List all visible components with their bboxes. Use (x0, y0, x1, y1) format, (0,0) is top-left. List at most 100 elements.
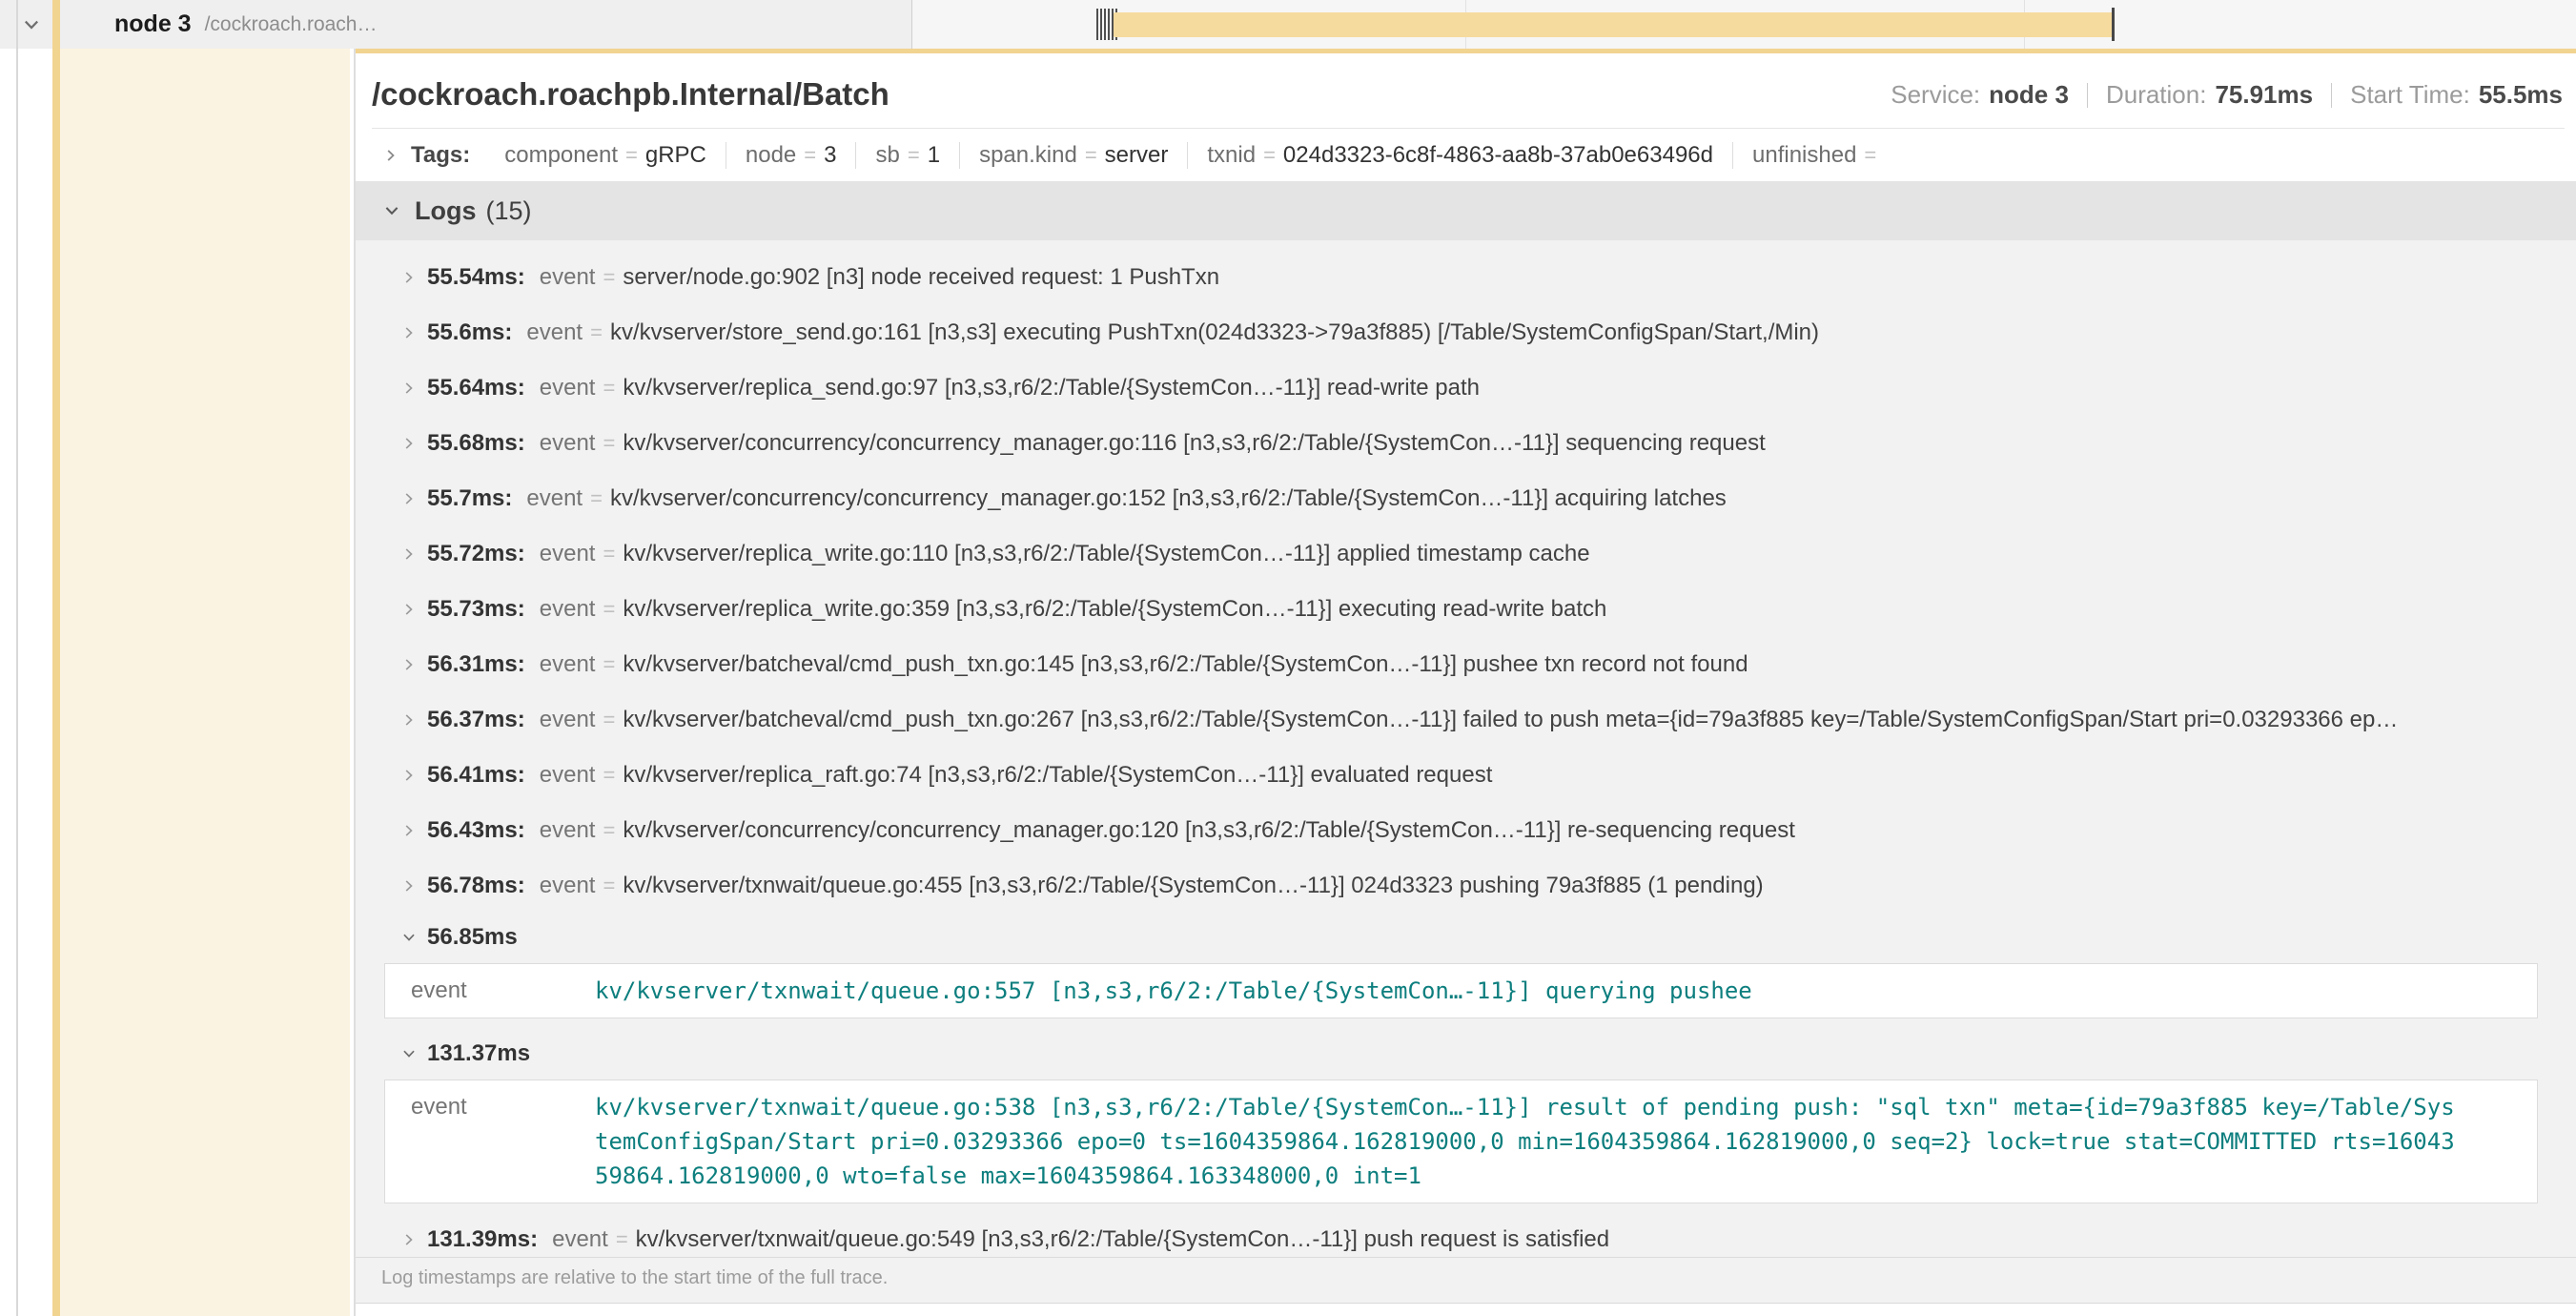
equals-sign: = (603, 818, 615, 843)
equals-sign: = (603, 376, 615, 401)
log-timestamp: 55.64ms: (427, 375, 525, 401)
log-field-value: kv/kvserver/batcheval/cmd_push_txn.go:26… (623, 707, 2398, 733)
log-entry-row[interactable]: 56.37ms: event = kv/kvserver/batcheval/c… (356, 692, 2576, 748)
start-time-value: 55.5ms (2479, 80, 2563, 110)
tags-label: Tags: (411, 142, 470, 169)
log-timestamp: 55.7ms: (427, 485, 512, 512)
log-field-key: event (526, 319, 583, 346)
chevron-right-icon[interactable] (400, 490, 418, 507)
meta-separator (2087, 83, 2088, 108)
chevron-right-icon[interactable] (400, 435, 418, 452)
log-field-value: kv/kvserver/concurrency/concurrency_mana… (623, 817, 1795, 844)
meta-separator (2331, 83, 2332, 108)
log-field-key: event (385, 974, 595, 1008)
chevron-right-icon[interactable] (400, 711, 418, 729)
log-entry-row[interactable]: 55.54ms: event = server/node.go:902 [n3]… (356, 250, 2576, 305)
log-field-value: kv/kvserver/txnwait/queue.go:455 [n3,s3,… (623, 873, 1763, 899)
span-tint-column (60, 49, 350, 1316)
chevron-right-icon[interactable] (400, 601, 418, 618)
service-label: Service: (1891, 80, 1980, 110)
log-field-key: event (540, 817, 596, 844)
span-timeline-cell[interactable]: 75.91ms (911, 0, 2576, 49)
span-service-name: node 3 (114, 10, 192, 38)
log-field-value: server/node.go:902 [n3] node received re… (623, 264, 1219, 291)
log-field-value: kv/kvserver/concurrency/concurrency_mana… (610, 485, 1727, 512)
log-tick-marker (1108, 9, 1110, 40)
log-field-key: event (540, 264, 596, 291)
span-detail-card: /cockroach.roachpb.Internal/Batch Servic… (356, 49, 2576, 1304)
log-field-key: event (526, 485, 583, 512)
chevron-right-icon[interactable] (400, 380, 418, 397)
chevron-right-icon[interactable] (400, 1231, 418, 1248)
chevron-right-icon[interactable] (382, 147, 399, 164)
start-time-label: Start Time: (2350, 80, 2470, 110)
log-field-value: kv/kvserver/replica_write.go:110 [n3,s3,… (623, 541, 1589, 567)
span-row[interactable]: node 3 /cockroach.roach… 75.91ms (0, 0, 2576, 49)
log-fields-card: event kv/kvserver/txnwait/queue.go:538 [… (384, 1080, 2538, 1203)
log-entry-expanded-header[interactable]: 131.37ms (356, 1030, 2576, 1078)
log-field-key: event (540, 541, 596, 567)
chevron-right-icon[interactable] (400, 822, 418, 839)
tree-indent-guide (16, 0, 18, 1316)
equals-sign: = (603, 763, 615, 788)
log-entry-row[interactable]: 55.64ms: event = kv/kvserver/replica_sen… (356, 360, 2576, 416)
equals-sign: = (603, 265, 615, 290)
log-entry-row[interactable]: 56.31ms: event = kv/kvserver/batcheval/c… (356, 637, 2576, 692)
log-field-value: kv/kvserver/batcheval/cmd_push_txn.go:14… (623, 651, 1748, 678)
logs-title: Logs (415, 196, 477, 226)
log-fields-card: event kv/kvserver/txnwait/queue.go:557 [… (384, 963, 2538, 1018)
log-timestamp: 56.37ms: (427, 707, 525, 733)
log-field-key: event (552, 1226, 608, 1253)
chevron-right-icon[interactable] (400, 656, 418, 673)
log-entry-row[interactable]: 55.7ms: event = kv/kvserver/concurrency/… (356, 471, 2576, 526)
logs-footer-note: Log timestamps are relative to the start… (356, 1257, 2576, 1303)
log-tick-marker (1096, 9, 1098, 40)
chevron-right-icon[interactable] (400, 269, 418, 286)
logs-count: (15) (486, 196, 532, 226)
log-field-value: kv/kvserver/replica_raft.go:74 [n3,s3,r6… (623, 762, 1492, 789)
chevron-right-icon[interactable] (400, 877, 418, 894)
log-entry-expanded-header[interactable]: 56.85ms (356, 914, 2576, 961)
chevron-down-icon[interactable] (21, 14, 42, 35)
log-entry-row[interactable]: 131.39ms: event = kv/kvserver/txnwait/qu… (356, 1215, 2576, 1257)
tag-item: component=gRPC (485, 142, 726, 169)
log-timestamp: 56.85ms (427, 924, 518, 951)
log-field-value: kv/kvserver/concurrency/concurrency_mana… (623, 430, 1765, 457)
chevron-down-icon[interactable] (400, 1045, 418, 1062)
log-field-value: kv/kvserver/replica_write.go:359 [n3,s3,… (623, 596, 1606, 623)
log-entry-row[interactable]: 55.6ms: event = kv/kvserver/store_send.g… (356, 305, 2576, 360)
span-operation-name: /cockroach.roach… (205, 13, 378, 36)
chevron-down-icon[interactable] (382, 201, 401, 220)
log-field-value: kv/kvserver/replica_send.go:97 [n3,s3,r6… (623, 375, 1480, 401)
tag-item: txnid=024d3323-6c8f-4863-aa8b-37ab0e6349… (1187, 142, 1732, 169)
log-field-value: kv/kvserver/txnwait/queue.go:549 [n3,s3,… (636, 1226, 1609, 1253)
log-field-key: event (540, 596, 596, 623)
tag-item: unfinished= (1732, 142, 1903, 169)
log-field-key: event (540, 707, 596, 733)
log-timestamp: 131.39ms: (427, 1226, 538, 1253)
log-entry-row[interactable]: 55.73ms: event = kv/kvserver/replica_wri… (356, 582, 2576, 637)
equals-sign: = (603, 542, 615, 566)
log-field-key: event (385, 1090, 595, 1124)
logs-list: 55.54ms: event = server/node.go:902 [n3]… (356, 240, 2576, 1257)
span-name-cell[interactable]: node 3 /cockroach.roach… (0, 0, 911, 49)
log-entry-row[interactable]: 56.41ms: event = kv/kvserver/replica_raf… (356, 748, 2576, 803)
chevron-down-icon[interactable] (400, 929, 418, 946)
log-entry-row[interactable]: 56.78ms: event = kv/kvserver/txnwait/que… (356, 858, 2576, 914)
chevron-right-icon[interactable] (400, 324, 418, 341)
log-tick-marker (1100, 9, 1102, 40)
chevron-right-icon[interactable] (400, 545, 418, 563)
tag-item: node=3 (726, 142, 856, 169)
log-entry-row[interactable]: 55.72ms: event = kv/kvserver/replica_wri… (356, 526, 2576, 582)
tags-accordion[interactable]: Tags: component=gRPC node=3 sb=1 span.ki… (356, 129, 2576, 181)
tag-item: sb=1 (855, 142, 959, 169)
log-timestamp: 56.43ms: (427, 817, 525, 844)
service-value: node 3 (1989, 80, 2069, 110)
chevron-right-icon[interactable] (400, 767, 418, 784)
log-entry-row[interactable]: 56.43ms: event = kv/kvserver/concurrency… (356, 803, 2576, 858)
log-timestamp: 56.31ms: (427, 651, 525, 678)
duration-value: 75.91ms (2215, 80, 2313, 110)
log-entry-row[interactable]: 55.68ms: event = kv/kvserver/concurrency… (356, 416, 2576, 471)
equals-sign: = (603, 874, 615, 898)
logs-accordion-header[interactable]: Logs (15) (356, 181, 2576, 240)
